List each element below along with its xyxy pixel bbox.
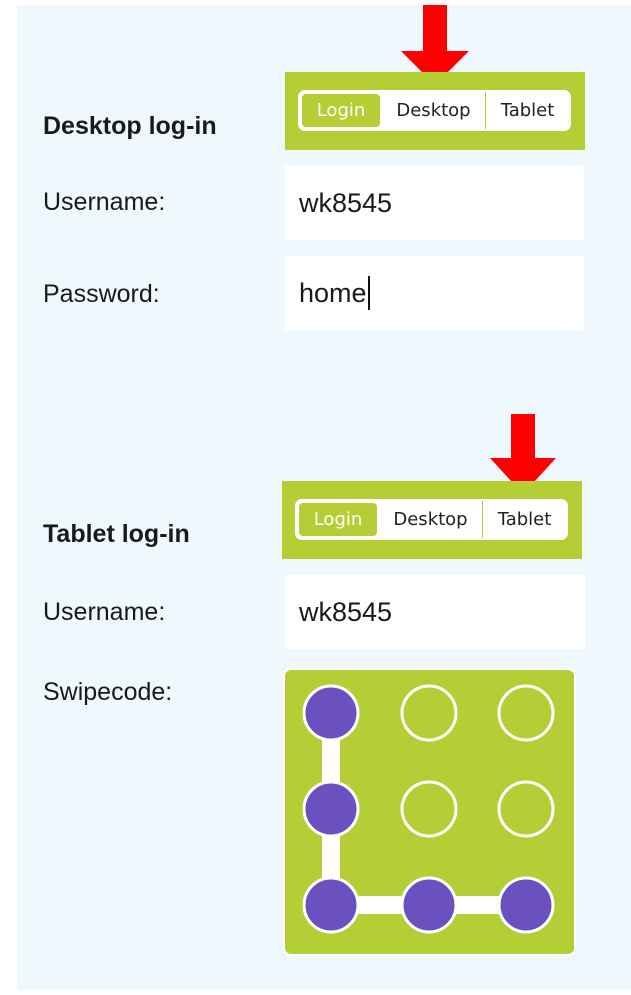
swipe-dot-selected[interactable] [302,684,360,742]
desktop-username-label: Username: [43,188,166,216]
mode-switcher: Login Desktop Tablet [295,499,568,540]
swipe-dot-selected[interactable] [302,876,360,934]
tablet-login-heading: Tablet log-in [43,520,190,548]
desktop-mode-switcher-bar: Login Desktop Tablet [285,72,585,150]
tablet-username-label: Username: [43,598,166,626]
tab-login[interactable]: Login [300,92,382,129]
swipecode-label: Swipecode: [43,678,173,706]
desktop-password-value: home [299,278,367,308]
swipe-dot-selected[interactable] [400,876,458,934]
desktop-username-value: wk8545 [299,188,393,218]
swipe-dot-selected[interactable] [497,876,555,934]
text-cursor [367,275,370,310]
desktop-username-input[interactable]: wk8545 [285,166,584,240]
swipe-dot[interactable] [400,684,458,742]
desktop-password-input[interactable]: home [285,256,584,330]
tab-desktop[interactable]: Desktop [382,92,486,129]
tab-desktop[interactable]: Desktop [379,501,483,538]
tablet-mode-switcher-bar: Login Desktop Tablet [282,481,582,559]
swipe-dot[interactable] [400,780,458,838]
desktop-password-label: Password: [43,280,160,308]
swipe-dot-selected[interactable] [302,780,360,838]
tablet-username-value: wk8545 [299,597,393,627]
desktop-login-heading: Desktop log-in [43,112,217,140]
swipe-dot[interactable] [497,684,555,742]
tab-login[interactable]: Login [297,501,379,538]
tablet-username-input[interactable]: wk8545 [285,575,585,649]
tab-tablet[interactable]: Tablet [486,92,569,129]
mode-switcher: Login Desktop Tablet [298,90,571,131]
swipe-dot[interactable] [497,780,555,838]
tab-tablet[interactable]: Tablet [483,501,566,538]
swipecode-pad[interactable] [283,668,576,956]
swipe-path [322,713,526,914]
